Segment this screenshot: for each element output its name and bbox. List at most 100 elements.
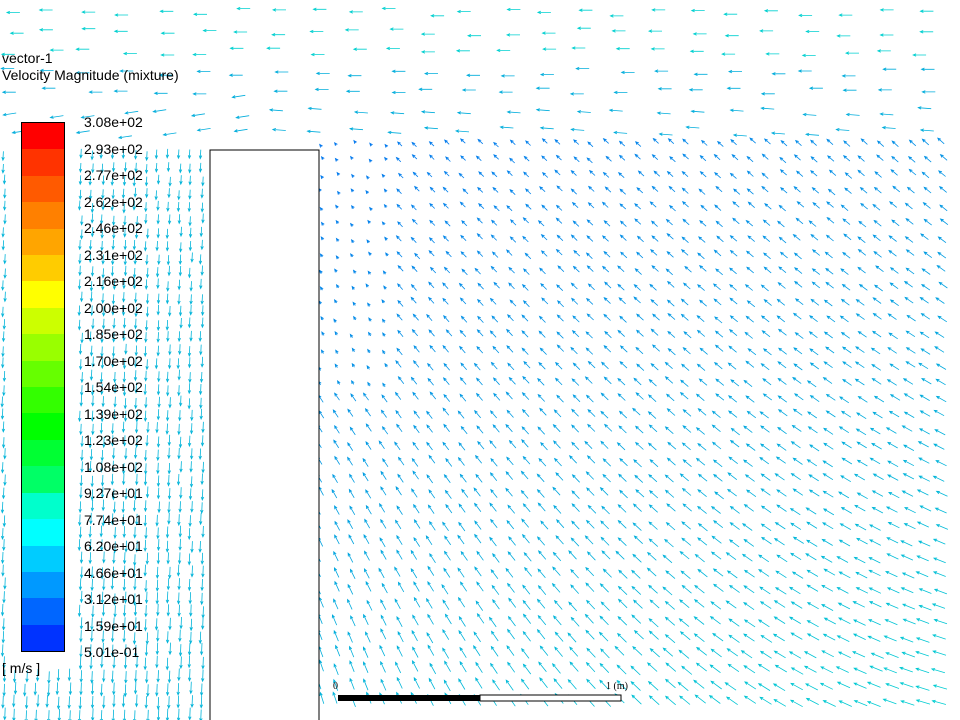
velocity-vector [695, 457, 706, 466]
color-bar-tick-label: 3.12e+01 [84, 591, 143, 607]
velocity-vector [839, 396, 850, 404]
velocity-vector [368, 158, 373, 163]
velocity-vector [617, 519, 627, 529]
velocity-vector [165, 228, 169, 240]
velocity-vector [758, 569, 770, 577]
velocity-vector [353, 110, 368, 114]
velocity-vector [506, 328, 513, 337]
velocity-vector [632, 599, 643, 609]
velocity-vector [78, 696, 82, 710]
velocity-vector [801, 53, 816, 58]
velocity-vector [414, 252, 421, 260]
velocity-vector [844, 172, 853, 179]
velocity-vector [792, 376, 802, 384]
velocity-vector [681, 363, 690, 371]
velocity-vector [891, 219, 900, 227]
velocity-vector [743, 602, 755, 611]
velocity-vector [823, 299, 833, 307]
velocity-vector [80, 332, 84, 344]
velocity-vector [176, 149, 181, 160]
velocity-vector [868, 539, 881, 546]
velocity-vector [1, 151, 5, 162]
velocity-vector [866, 681, 881, 688]
velocity-vector [886, 537, 899, 544]
velocity-vector [713, 249, 722, 257]
velocity-vector [932, 557, 946, 564]
velocity-vector [365, 489, 372, 499]
velocity-vector [745, 360, 755, 368]
velocity-vector [700, 204, 708, 212]
velocity-vector [858, 220, 867, 228]
velocity-vector [491, 584, 500, 595]
velocity-vector [772, 633, 785, 642]
velocity-vector [631, 569, 641, 579]
velocity-vector [600, 410, 609, 419]
velocity-vector [871, 363, 882, 371]
velocity-vector [919, 331, 930, 339]
velocity-vector [696, 646, 708, 656]
velocity-vector [99, 710, 104, 720]
velocity-vector [747, 201, 755, 209]
velocity-vector [879, 112, 894, 116]
velocity-vector [380, 599, 387, 610]
velocity-vector [394, 391, 402, 400]
velocity-vector [428, 454, 436, 464]
velocity-vector [603, 376, 612, 385]
velocity-vector [587, 185, 595, 192]
velocity-vector [348, 10, 363, 14]
velocity-vector [760, 106, 775, 111]
velocity-vector [539, 72, 554, 77]
velocity-vector [489, 410, 498, 419]
velocity-vector [777, 361, 787, 369]
velocity-vector [121, 694, 126, 708]
color-bar-band [22, 598, 64, 625]
velocity-vector [134, 694, 139, 708]
velocity-vector [697, 408, 707, 416]
velocity-vector [201, 656, 205, 670]
velocity-vector [918, 362, 929, 370]
velocity-vector [857, 169, 865, 177]
velocity-vector [915, 637, 930, 643]
velocity-vector [729, 439, 740, 448]
velocity-vector [333, 439, 340, 449]
velocity-vector [443, 266, 451, 274]
velocity-vector [917, 441, 929, 448]
velocity-vector [493, 205, 500, 212]
velocity-vector [319, 253, 324, 258]
velocity-vector [554, 631, 564, 642]
velocity-vector [915, 685, 930, 691]
velocity-vector [793, 186, 801, 193]
velocity-vector [367, 302, 371, 307]
velocity-vector [395, 661, 402, 674]
velocity-vector [192, 52, 207, 57]
velocity-vector [746, 410, 757, 419]
velocity-vector [200, 265, 204, 277]
velocity-vector [808, 331, 818, 339]
velocity-vector [889, 363, 900, 371]
velocity-vector [599, 615, 609, 626]
velocity-vector [760, 92, 775, 96]
velocity-vector [177, 668, 181, 682]
velocity-vector [859, 186, 868, 194]
velocity-vector [383, 188, 388, 193]
velocity-vector [907, 156, 916, 163]
velocity-vector [868, 587, 882, 594]
velocity-vector [726, 648, 739, 657]
velocity-vector [586, 157, 593, 164]
velocity-vector [188, 227, 193, 239]
velocity-vector [732, 133, 747, 137]
velocity-vector [412, 470, 419, 480]
velocity-vector [665, 521, 676, 531]
velocity-vector [851, 651, 866, 658]
velocity-vector [883, 667, 897, 674]
velocity-vector [825, 267, 834, 275]
velocity-vector [730, 427, 740, 436]
velocity-vector [903, 444, 915, 451]
velocity-vector [630, 665, 641, 676]
velocity-vector [727, 472, 738, 481]
velocity-vector [0, 644, 5, 658]
velocity-vector [745, 315, 754, 323]
velocity-vector [369, 206, 373, 211]
velocity-vector [411, 488, 418, 498]
velocity-vector [788, 586, 801, 595]
